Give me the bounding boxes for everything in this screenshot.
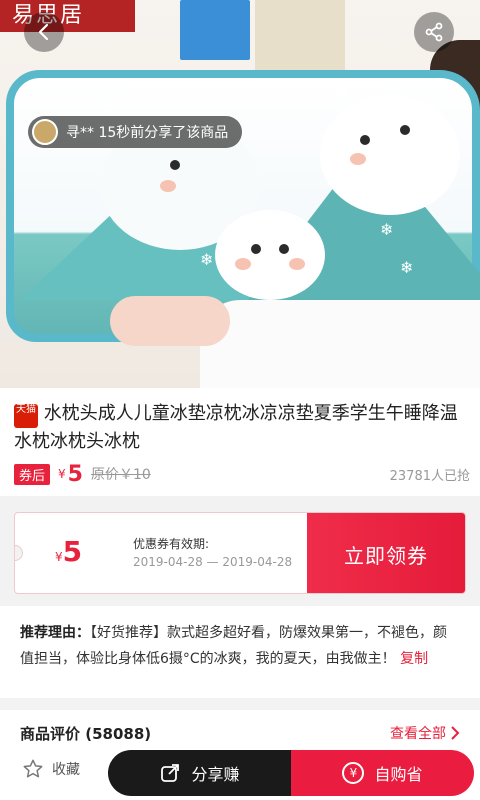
snowflake-icon: ❄ bbox=[335, 84, 349, 103]
star-icon bbox=[23, 759, 43, 778]
snowflake-icon: ❄ bbox=[100, 96, 114, 115]
coupon-amount: ¥5 bbox=[55, 535, 82, 568]
favorite-button[interactable]: 收藏 bbox=[22, 758, 80, 780]
chevron-right-icon bbox=[451, 726, 460, 740]
product-title-text: 水枕头成人儿童冰垫凉枕冰凉凉垫夏季学生午睡降温水枕冰枕头冰枕 bbox=[14, 403, 458, 452]
coupon-card[interactable]: ¥5 优惠券有效期: 2019-04-28 — 2019-04-28 立即领券 bbox=[14, 512, 466, 594]
back-button[interactable] bbox=[24, 12, 64, 52]
share-tip-text: 寻** 15秒前分享了该商品 bbox=[66, 125, 229, 141]
shop-logo: 易思居 bbox=[0, 0, 135, 32]
coupon-value: 5 bbox=[62, 535, 83, 568]
tmall-badge: 天猫 bbox=[14, 404, 38, 428]
self-buy-button[interactable]: ¥ 自购省 bbox=[291, 750, 474, 796]
product-image[interactable]: ❄ ❄ ❄ ❄ ❄ 易思居 寻** 15秒前分享了该商品 bbox=[0, 0, 480, 388]
coupon-notch bbox=[15, 545, 23, 561]
recent-share-toast: 寻** 15秒前分享了该商品 bbox=[28, 116, 243, 148]
copy-link[interactable]: 复制 bbox=[400, 651, 428, 667]
snowflake-icon: ❄ bbox=[200, 250, 214, 269]
view-all-reviews-link[interactable]: 查看全部 bbox=[390, 723, 460, 743]
original-price: 原价￥10 bbox=[90, 467, 151, 483]
coupon-date-range: 2019-04-28 — 2019-04-28 bbox=[133, 555, 293, 569]
snowflake-icon: ❄ bbox=[400, 258, 414, 277]
avatar bbox=[32, 119, 58, 145]
background-shelf bbox=[180, 0, 250, 60]
share-icon bbox=[425, 22, 443, 42]
share-button[interactable] bbox=[414, 12, 454, 52]
recommendation-label: 推荐理由： bbox=[20, 625, 90, 641]
chevron-left-icon bbox=[38, 23, 49, 41]
share-earn-button[interactable]: 分享赚 bbox=[108, 750, 291, 796]
model-hand bbox=[110, 296, 230, 346]
coupon-section: ¥5 优惠券有效期: 2019-04-28 — 2019-04-28 立即领券 bbox=[0, 496, 480, 606]
reviews-title: 商品评价 (58088) bbox=[20, 724, 152, 743]
coupon-valid-label: 优惠券有效期: bbox=[133, 537, 210, 551]
snowflake-icon: ❄ bbox=[380, 220, 394, 239]
bear-face-small bbox=[215, 210, 325, 300]
claim-coupon-button[interactable]: 立即领券 bbox=[307, 513, 465, 593]
yen-icon: ¥ bbox=[342, 762, 365, 784]
background-box bbox=[255, 0, 345, 70]
favorite-label: 收藏 bbox=[52, 762, 80, 778]
current-price: 5 bbox=[67, 461, 83, 487]
grabbed-count: 23781人已抢 bbox=[389, 468, 470, 484]
share-out-icon bbox=[161, 764, 180, 782]
price-row: 券后 ¥ 5 原价￥10 23781人已抢 bbox=[14, 461, 470, 487]
coupon-currency: ¥ bbox=[55, 550, 63, 564]
view-all-label: 查看全部 bbox=[390, 726, 446, 742]
product-title: 天猫 水枕头成人儿童冰垫凉枕冰凉凉垫夏季学生午睡降温水枕冰枕头冰枕 bbox=[14, 400, 470, 456]
bottom-bar: 收藏 分享赚 ¥ 自购省 bbox=[0, 744, 480, 800]
recommendation: 推荐理由：【好货推荐】款式超多超好看，防爆效果第一，不褪色，颜值担当，体验比身体… bbox=[0, 606, 480, 698]
action-bar: 分享赚 ¥ 自购省 bbox=[108, 750, 474, 796]
model-sleeve bbox=[200, 300, 480, 388]
self-buy-label: 自购省 bbox=[374, 765, 423, 784]
bear-face-right bbox=[320, 95, 460, 215]
share-earn-label: 分享赚 bbox=[191, 765, 240, 784]
product-info: 天猫 水枕头成人儿童冰垫凉枕冰凉凉垫夏季学生午睡降温水枕冰枕头冰枕 券后 ¥ 5… bbox=[0, 388, 480, 496]
price-currency: ¥ bbox=[58, 467, 66, 481]
after-coupon-tag: 券后 bbox=[14, 463, 51, 485]
